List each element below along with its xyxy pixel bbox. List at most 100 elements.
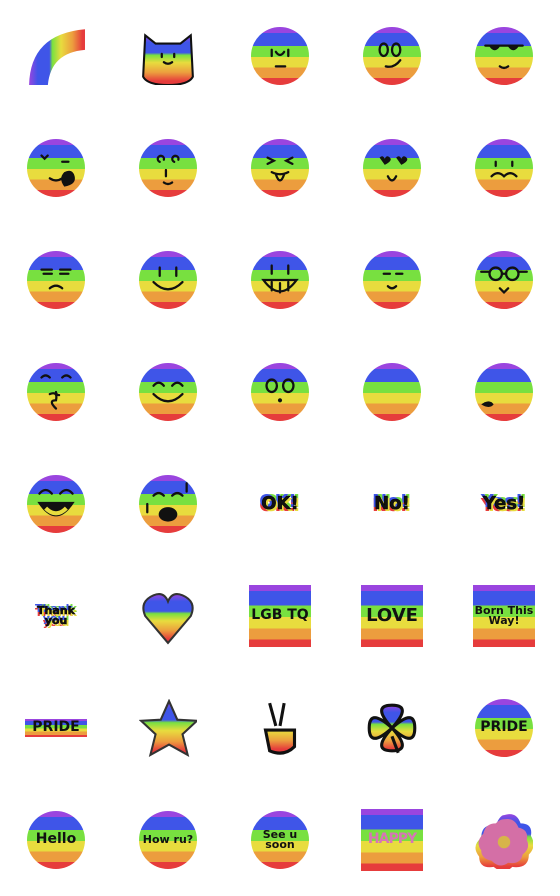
face-smirk-icon xyxy=(363,27,421,85)
face-content-icon xyxy=(363,251,421,309)
pride-banner-icon: PRIDE xyxy=(25,719,87,737)
sticker-cell[interactable] xyxy=(224,0,336,112)
face-surprised-icon xyxy=(251,363,309,421)
face-lips-icon-graphic xyxy=(481,401,494,408)
peace-hand-icon-graphic xyxy=(263,702,297,755)
love-sticker-icon: LOVE xyxy=(361,585,423,647)
sticker-cell[interactable]: Yes! xyxy=(448,448,560,560)
sticker-cell[interactable] xyxy=(224,112,336,224)
see-u-soon-sticker-icon: See u soon xyxy=(251,811,309,869)
face-grin-icon-graphic xyxy=(261,264,299,294)
face-mustache-icon xyxy=(475,139,533,197)
sticker-cell[interactable] xyxy=(448,784,560,896)
sticker-text: LGB TQ xyxy=(251,607,309,624)
face-love-wink-icon-graphic xyxy=(40,154,75,187)
sticker-cell[interactable] xyxy=(448,336,560,448)
sticker-cell[interactable]: PRIDE xyxy=(448,672,560,784)
face-singing-icon-graphic xyxy=(146,482,188,522)
face-sunglasses-icon xyxy=(475,27,533,85)
face-heart-eyes-icon-graphic xyxy=(379,156,408,182)
face-love-wink-icon xyxy=(27,139,85,197)
face-neutral-u-icon-graphic xyxy=(270,48,290,68)
pride-circle-sticker-icon: PRIDE xyxy=(475,699,533,757)
sticker-cell[interactable] xyxy=(0,336,112,448)
sticker-cell[interactable] xyxy=(112,336,224,448)
sticker-cell[interactable] xyxy=(112,0,224,112)
face-singing-icon xyxy=(139,475,197,533)
face-happy-icon-graphic xyxy=(152,381,184,403)
face-smile-icon-graphic xyxy=(152,266,184,291)
face-blank-icon xyxy=(363,363,421,421)
sticker-cell[interactable] xyxy=(448,0,560,112)
flower-icon-graphic xyxy=(475,814,533,869)
born-this-way-sticker-icon: Born This Way! xyxy=(473,585,535,647)
cat-face-icon-graphic xyxy=(142,33,194,85)
sticker-cell[interactable]: Hello xyxy=(0,784,112,896)
clover-icon xyxy=(363,699,421,757)
face-frown-icon-graphic xyxy=(40,268,72,290)
face-glasses-icon-graphic xyxy=(480,266,528,295)
sticker-cell[interactable]: Born This Way! xyxy=(448,560,560,672)
sticker-cell[interactable]: No! xyxy=(336,448,448,560)
face-smile-icon xyxy=(139,251,197,309)
no-sticker-icon: No! xyxy=(363,475,421,533)
sticker-cell[interactable]: Thank you xyxy=(0,560,112,672)
sticker-grid: OK! No! Yes! Thank you LGB TQ LOVE Born This W… xyxy=(0,0,560,896)
face-frown-icon xyxy=(27,251,85,309)
sticker-text: Born This Way! xyxy=(474,603,534,627)
sticker-cell[interactable] xyxy=(336,672,448,784)
cat-face-icon xyxy=(139,27,197,85)
sticker-cell[interactable]: LOVE xyxy=(336,560,448,672)
sticker-cell[interactable] xyxy=(112,112,224,224)
sticker-cell[interactable] xyxy=(112,672,224,784)
face-dizzy-icon-graphic xyxy=(156,154,180,186)
face-tongue-icon-graphic xyxy=(266,156,294,182)
sticker-cell[interactable] xyxy=(112,560,224,672)
face-lips-icon xyxy=(475,363,533,421)
sticker-cell[interactable] xyxy=(0,0,112,112)
sticker-text: PRIDE xyxy=(32,719,80,736)
face-laugh-icon-graphic xyxy=(37,488,75,517)
sticker-cell[interactable] xyxy=(112,448,224,560)
sticker-cell[interactable] xyxy=(336,112,448,224)
clover-icon-graphic xyxy=(367,703,417,754)
hello-sticker-icon: Hello xyxy=(27,811,85,869)
sticker-cell[interactable]: OK! xyxy=(224,448,336,560)
sticker-cell[interactable] xyxy=(224,224,336,336)
face-grin-icon xyxy=(251,251,309,309)
rainbow-heart-icon xyxy=(139,587,197,645)
sticker-cell[interactable] xyxy=(0,112,112,224)
sticker-cell[interactable]: HAPPY xyxy=(336,784,448,896)
sticker-cell[interactable] xyxy=(336,336,448,448)
sticker-text: How ru? xyxy=(142,832,194,846)
rainbow-star-icon xyxy=(139,699,197,757)
sticker-cell[interactable] xyxy=(448,224,560,336)
how-r-u-sticker-icon: How ru? xyxy=(139,811,197,869)
sticker-cell[interactable] xyxy=(224,336,336,448)
sticker-cell[interactable] xyxy=(336,224,448,336)
sticker-cell[interactable] xyxy=(448,112,560,224)
rainbow-heart-icon-graphic xyxy=(142,593,194,645)
sticker-cell[interactable] xyxy=(0,224,112,336)
sticker-text: Yes! xyxy=(482,493,526,515)
sticker-cell[interactable]: How ru? xyxy=(112,784,224,896)
sticker-cell[interactable] xyxy=(224,672,336,784)
face-glasses-icon xyxy=(475,251,533,309)
face-neutral-u-icon xyxy=(251,27,309,85)
peace-hand-icon xyxy=(251,699,309,757)
sticker-text: LOVE xyxy=(366,605,418,627)
ok-sticker-icon: OK! xyxy=(251,475,309,533)
sticker-cell[interactable] xyxy=(112,224,224,336)
sticker-cell[interactable]: See u soon xyxy=(224,784,336,896)
sticker-cell[interactable] xyxy=(0,448,112,560)
sticker-text: HAPPY xyxy=(367,831,417,848)
sticker-text: Hello xyxy=(35,831,77,848)
face-sunglasses-icon-graphic xyxy=(484,44,524,70)
face-happy-icon xyxy=(139,363,197,421)
sticker-text: PRIDE xyxy=(480,719,528,736)
sticker-cell[interactable] xyxy=(336,0,448,112)
sticker-text: No! xyxy=(374,493,410,515)
face-mustache-icon-graphic xyxy=(490,160,518,178)
sticker-cell[interactable]: PRIDE xyxy=(0,672,112,784)
sticker-cell[interactable]: LGB TQ xyxy=(224,560,336,672)
